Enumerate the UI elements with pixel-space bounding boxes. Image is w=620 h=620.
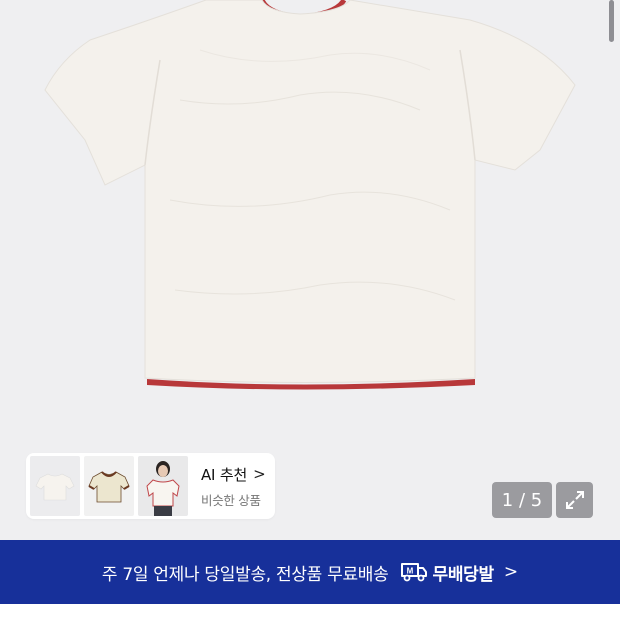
ai-recommend-subtitle: 비슷한 상품 bbox=[201, 492, 261, 508]
free-shipping-banner[interactable]: 주 7일 언제나 당일발송, 전상품 무료배송 M 무배당발 > bbox=[0, 540, 620, 604]
expand-image-button[interactable] bbox=[556, 482, 593, 518]
banner-text: 주 7일 언제나 당일발송, 전상품 무료배송 bbox=[101, 564, 389, 585]
thumb-ringer-tshirt[interactable] bbox=[84, 456, 134, 516]
expand-icon bbox=[565, 491, 584, 509]
ai-recommend-card[interactable]: AI 추천 > 비슷한 상품 bbox=[26, 453, 275, 519]
thumb-model-photo[interactable] bbox=[138, 456, 188, 516]
thumb-white-tshirt[interactable] bbox=[30, 456, 80, 516]
chevron-right-icon: > bbox=[503, 562, 519, 582]
svg-text:M: M bbox=[407, 567, 414, 576]
scrollbar[interactable] bbox=[609, 0, 614, 42]
chevron-right-icon: > bbox=[253, 465, 266, 483]
ai-recommend-title: AI 추천 bbox=[201, 465, 248, 484]
truck-m-icon: M bbox=[400, 561, 428, 583]
image-page-counter: 1 / 5 bbox=[492, 482, 552, 518]
badge-text: 무배당발 bbox=[432, 564, 494, 585]
